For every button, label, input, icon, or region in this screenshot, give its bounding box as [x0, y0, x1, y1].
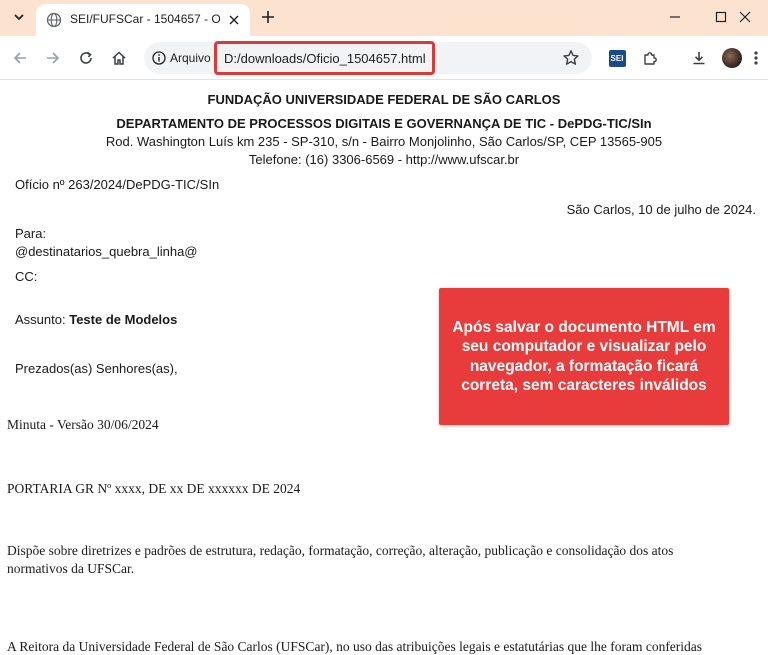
forward-button[interactable]: [41, 46, 65, 70]
date-line: São Carlos, 10 de julho de 2024.: [566, 202, 756, 217]
ementa-line-1: Dispõe sobre diretrizes e padrões de est…: [7, 543, 674, 558]
sei-extension-button[interactable]: SEI: [605, 46, 629, 70]
active-tab[interactable]: SEI/FUFSCar - 1504657 - Ofício: [36, 4, 250, 36]
cc-label: CC:: [15, 269, 38, 284]
profile-button[interactable]: [720, 46, 744, 70]
home-button[interactable]: [107, 46, 131, 70]
reload-icon: [80, 51, 92, 64]
back-button[interactable]: [8, 46, 32, 70]
notice-text: Após salvar o documento HTML em seu comp…: [452, 318, 716, 395]
url-text: D:/downloads/Oficio_1504657.html: [224, 50, 426, 66]
url-field[interactable]: D:/downloads/Oficio_1504657.html: [214, 41, 435, 75]
avatar: [722, 48, 742, 68]
menu-button[interactable]: [748, 46, 764, 70]
browser-toolbar: Arquivo D:/downloads/Oficio_1504657.html…: [0, 36, 768, 80]
recipients: @destinatarios_quebra_linha@: [15, 244, 198, 259]
plus-icon: [262, 11, 274, 23]
close-window-button[interactable]: [722, 0, 768, 34]
address-bar[interactable]: Arquivo D:/downloads/Oficio_1504657.html: [144, 41, 592, 75]
minimize-button[interactable]: [652, 0, 698, 34]
header-department: DEPARTAMENTO DE PROCESSOS DIGITAIS E GOV…: [116, 116, 652, 131]
tab-close-button[interactable]: [226, 12, 242, 28]
chevron-down-icon: [14, 14, 24, 21]
close-icon: [229, 15, 239, 25]
subject-line: Assunto: Teste de Modelos: [15, 312, 177, 327]
extensions-button[interactable]: [638, 46, 662, 70]
para-label: Para:: [15, 226, 47, 241]
minuta-version: Minuta - Versão 30/06/2024: [7, 417, 159, 432]
downloads-button[interactable]: [687, 46, 711, 70]
globe-icon: [46, 12, 62, 28]
subject-label: Assunto:: [15, 312, 66, 327]
tab-search-button[interactable]: [8, 6, 30, 28]
format-warning-notice: Após salvar o documento HTML em seu comp…: [439, 288, 729, 425]
reload-button[interactable]: [74, 46, 98, 70]
download-icon: [693, 52, 705, 65]
info-icon: [152, 51, 166, 65]
body-paragraph-start: A Reitora da Universidade Federal de São…: [7, 639, 703, 654]
oficio-number: Ofício nº 263/2024/DePDG-TIC/SIn: [15, 177, 220, 192]
close-icon: [739, 11, 751, 23]
home-icon: [112, 51, 126, 65]
greeting: Prezados(as) Senhores(as),: [15, 361, 178, 376]
header-address: Rod. Washington Luís km 235 - SP-310, s/…: [105, 134, 663, 149]
new-tab-button[interactable]: [259, 8, 277, 26]
bookmark-star-icon[interactable]: [562, 49, 580, 67]
ementa-line-2: normativos da UFSCar.: [7, 561, 135, 576]
subject-value: Teste de Modelos: [69, 312, 178, 327]
puzzle-icon: [643, 51, 657, 65]
minimize-icon: [670, 16, 680, 18]
arrow-right-icon: [47, 52, 60, 64]
document-view: FUNDAÇÃO UNIVERSIDADE FEDERAL DE SÃO CAR…: [0, 80, 768, 655]
arrow-left-icon: [13, 52, 26, 64]
header-institution: FUNDAÇÃO UNIVERSIDADE FEDERAL DE SÃO CAR…: [207, 92, 561, 107]
sei-extension-icon: SEI: [608, 49, 626, 67]
header-phone: Telefone: (16) 3306-6569 - http://www.uf…: [248, 152, 520, 167]
chip-label: Arquivo: [170, 51, 211, 65]
portaria-title: PORTARIA GR Nº xxxx, DE xx DE xxxxxx DE …: [7, 481, 301, 496]
tab-title: SEI/FUFSCar - 1504657 - Ofício: [70, 12, 220, 26]
tab-strip: SEI/FUFSCar - 1504657 - Ofício: [0, 0, 768, 36]
kebab-menu-icon: [754, 51, 758, 65]
site-info-chip[interactable]: Arquivo: [152, 48, 211, 68]
